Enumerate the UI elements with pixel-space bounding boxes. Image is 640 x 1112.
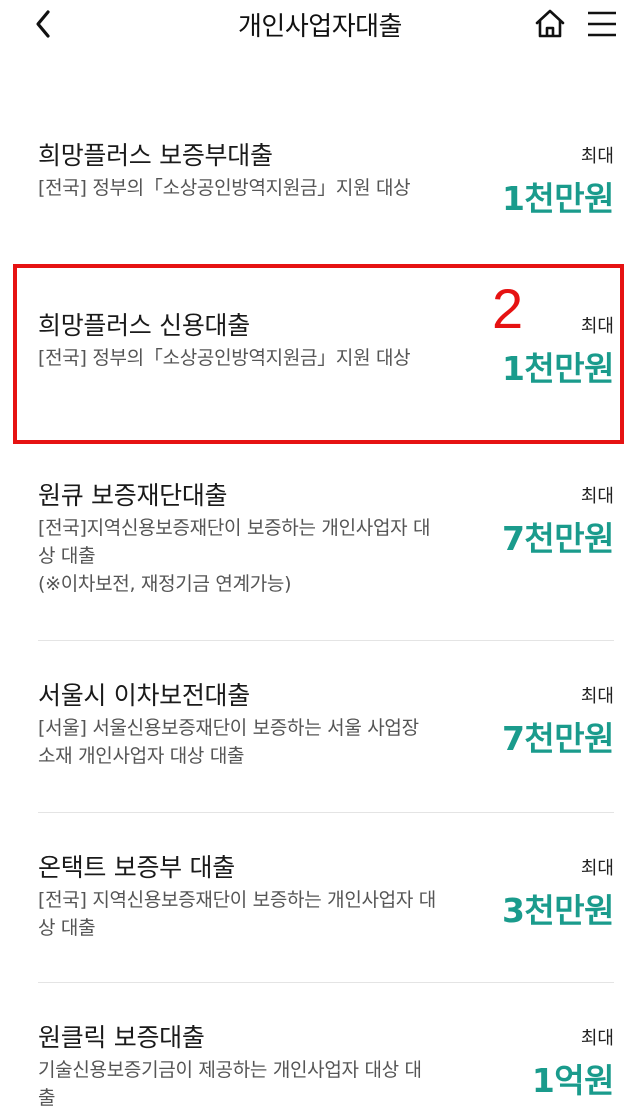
- hamburger-menu-icon: [588, 11, 616, 37]
- loan-item-oneclick-guarantee[interactable]: 원클릭 보증대출 기술신용보증기금이 제공하는 개인사업자 대상 대출 최대 1…: [38, 978, 615, 1109]
- loan-amount: 7천만원: [501, 519, 615, 558]
- loan-amount: 3천만원: [501, 891, 615, 930]
- loan-amount: 7천만원: [501, 719, 615, 758]
- max-label: 최대: [580, 858, 614, 879]
- max-label: 최대: [580, 686, 614, 707]
- loan-description-note: (※이차보전, 재정기금 연계가능): [38, 573, 292, 595]
- home-icon: [535, 9, 565, 38]
- loan-description: [전국]지역신용보증재단이 보증하는 개인사업자 대상 대출: [38, 517, 431, 567]
- max-label: 최대: [580, 1028, 614, 1049]
- loan-title: 서울시 이차보전대출: [38, 681, 250, 710]
- loan-title: 원큐 보증재단대출: [38, 481, 228, 510]
- loan-amount: 1억원: [531, 1061, 615, 1100]
- loan-item-onecue-guarantee-foundation[interactable]: 원큐 보증재단대출 [전국]지역신용보증재단이 보증하는 개인사업자 대상 대출…: [38, 436, 615, 616]
- loan-item-hope-plus-guarantee[interactable]: 희망플러스 보증부대출 [전국] 정부의「소상공인방역지원금」지원 대상 최대 …: [38, 96, 615, 236]
- highlight-box: [13, 264, 624, 444]
- loan-title: 온택트 보증부 대출: [38, 853, 235, 882]
- loan-amount: 1천만원: [501, 179, 615, 218]
- top-navigation-bar: 개인사업자대출: [0, 0, 640, 50]
- loan-description: [서울] 서울신용보증재단이 보증하는 서울 사업장 소재 개인사업자 대상 대…: [38, 717, 419, 767]
- loan-description: [전국] 지역신용보증재단이 보증하는 개인사업자 대상 대출: [38, 889, 436, 939]
- max-label: 최대: [580, 486, 614, 507]
- menu-button[interactable]: [584, 6, 620, 42]
- loan-item-ontact-guarantee[interactable]: 온택트 보증부 대출 [전국] 지역신용보증재단이 보증하는 개인사업자 대상 …: [38, 808, 615, 948]
- max-label: 최대: [580, 146, 614, 167]
- annotation-number: 2: [492, 277, 524, 340]
- loan-item-seoul-interest-subsidy[interactable]: 서울시 이차보전대출 [서울] 서울신용보증재단이 보증하는 서울 사업장 소재…: [38, 636, 615, 776]
- loan-description: [전국] 정부의「소상공인방역지원금」지원 대상: [38, 177, 411, 199]
- loan-title: 원클릭 보증대출: [38, 1023, 205, 1052]
- home-button[interactable]: [532, 6, 568, 42]
- loan-title: 희망플러스 보증부대출: [38, 141, 273, 170]
